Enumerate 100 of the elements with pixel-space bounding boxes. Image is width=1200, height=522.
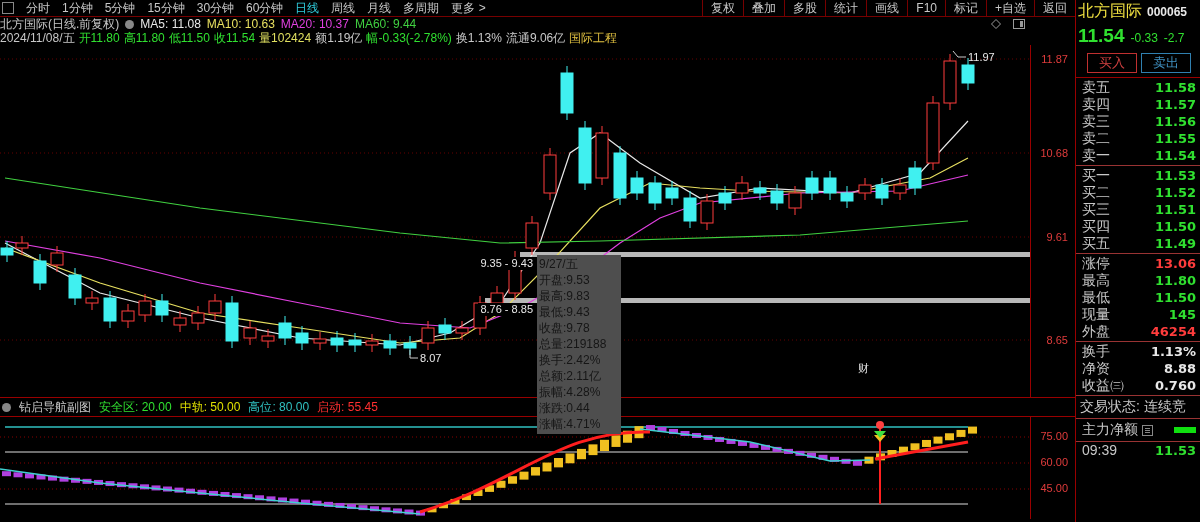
- candlestick: [578, 120, 592, 191]
- candlestick: [261, 328, 275, 349]
- event-marker[interactable]: 财: [858, 362, 869, 374]
- current-price: 11.54: [1078, 25, 1125, 47]
- candlestick: [840, 185, 854, 209]
- row-label: 换手: [1082, 343, 1110, 360]
- ma-value: MA20: 10.37: [280, 17, 349, 31]
- candlestick: [943, 53, 957, 111]
- change-percent: -2.7: [1163, 31, 1185, 45]
- quote-item: 低11.50: [168, 31, 210, 45]
- row-value: 11.49: [1154, 235, 1196, 252]
- period-tab[interactable]: 分时: [20, 0, 56, 16]
- panel-toggle-icon[interactable]: [1013, 19, 1025, 29]
- axis-label: 8.65: [1046, 334, 1068, 346]
- candlestick: [121, 303, 135, 329]
- period-tab[interactable]: 周线: [325, 0, 362, 16]
- row-label: 09:39: [1082, 442, 1118, 459]
- ma-value: MA10: 10.63: [206, 17, 275, 31]
- trading-status: 交易状态: 连续竞: [1076, 396, 1200, 419]
- row-label: 最高: [1082, 272, 1110, 289]
- candlestick: [33, 253, 47, 291]
- candlestick: [68, 267, 82, 306]
- candlestick: [191, 305, 205, 331]
- dropdown-icon[interactable]: [125, 19, 135, 29]
- row-label: 卖五: [1082, 79, 1110, 96]
- row-label: 买一: [1082, 167, 1110, 184]
- row-label: 外盘: [1082, 323, 1110, 340]
- candlestick: [805, 170, 819, 201]
- row-value: 11.53: [1154, 167, 1196, 184]
- candlestick: [138, 293, 152, 323]
- high-price-label: 11.97: [968, 51, 995, 63]
- dropdown-icon[interactable]: [2, 402, 11, 412]
- row-value: 11.53: [1154, 442, 1196, 459]
- quote-item: 开11.80: [78, 31, 120, 45]
- candlestick: [278, 315, 292, 346]
- stock-title: 北方国际(日线.前复权): [0, 17, 120, 31]
- axis-label: 11.87: [1041, 53, 1068, 65]
- indicator-title: 钻启导航副图: [19, 398, 91, 416]
- candlestick: [613, 145, 627, 206]
- candlestick: [225, 295, 239, 349]
- candlestick: [50, 245, 64, 273]
- period-tab[interactable]: 1分钟: [56, 0, 99, 16]
- list-icon[interactable]: [1142, 424, 1153, 436]
- candlestick: [155, 293, 169, 323]
- period-tab[interactable]: 更多 >: [445, 0, 492, 16]
- quote-item: 幅-0.33(-2.78%): [366, 31, 452, 45]
- candlestick: [823, 170, 837, 201]
- row-value: 0.760: [1154, 377, 1196, 394]
- period-tab[interactable]: 月线: [361, 0, 398, 16]
- indicator-param: 安全区: 20.00: [99, 398, 172, 416]
- candlestick: [595, 125, 609, 186]
- period-tab[interactable]: 多周期: [397, 0, 446, 16]
- candlestick: [630, 170, 644, 201]
- axis-label: 60.00: [1040, 456, 1068, 468]
- row-label: 现量: [1082, 306, 1110, 323]
- price-range-label: 9.35 - 9.43: [478, 257, 535, 270]
- candlestick: [858, 177, 872, 201]
- period-tab[interactable]: 15分钟: [141, 0, 191, 16]
- candlestick: [683, 190, 697, 229]
- period-tab[interactable]: 30分钟: [190, 0, 241, 16]
- price-change: -0.33: [1130, 31, 1158, 45]
- period-tab[interactable]: 5分钟: [98, 0, 142, 16]
- candlestick: [243, 320, 257, 346]
- candlestick: [85, 290, 99, 311]
- row-value: 11.52: [1154, 184, 1196, 201]
- leader-line: [952, 50, 967, 58]
- row-label: 卖二: [1082, 130, 1110, 147]
- period-tab[interactable]: 日线: [289, 0, 326, 16]
- candlestick: [735, 175, 749, 201]
- price-range-label: 8.76 - 8.85: [478, 303, 535, 316]
- quote-item: 额1.19亿: [315, 31, 363, 45]
- candlestick: [648, 175, 662, 211]
- candlestick: [560, 65, 574, 121]
- buy-button[interactable]: 买入: [1087, 53, 1137, 73]
- row-value: 11.57: [1154, 96, 1196, 113]
- row-label: 买三: [1082, 201, 1110, 218]
- axis-label: 10.68: [1040, 147, 1068, 159]
- row-label: 涨停: [1082, 255, 1110, 272]
- row-label: 卖四: [1082, 96, 1110, 113]
- row-value: 11.58: [1154, 79, 1196, 96]
- quote-item: 2024/11/08/五: [0, 31, 75, 45]
- row-label: 买四: [1082, 218, 1110, 235]
- ma-value: MA5: 11.08: [140, 17, 201, 31]
- period-tab[interactable]: 60分钟: [240, 0, 290, 16]
- candlestick: [875, 177, 889, 206]
- candlestick: [421, 320, 435, 351]
- quote-item: 量102424: [259, 31, 312, 45]
- row-value: 8.88: [1163, 360, 1196, 377]
- row-value: 11.50: [1154, 218, 1196, 235]
- row-value: 46254: [1150, 323, 1196, 340]
- candlestick: [543, 147, 557, 201]
- stock-name: 北方国际: [1078, 1, 1142, 21]
- sell-button[interactable]: 卖出: [1141, 53, 1191, 73]
- row-value: 11.51: [1154, 201, 1196, 218]
- candlestick: [383, 333, 397, 356]
- candlestick: [208, 293, 222, 321]
- square-icon[interactable]: [2, 2, 14, 14]
- candlestick: [313, 331, 327, 351]
- row-label: 卖一: [1082, 147, 1110, 164]
- candlestick: [348, 332, 362, 353]
